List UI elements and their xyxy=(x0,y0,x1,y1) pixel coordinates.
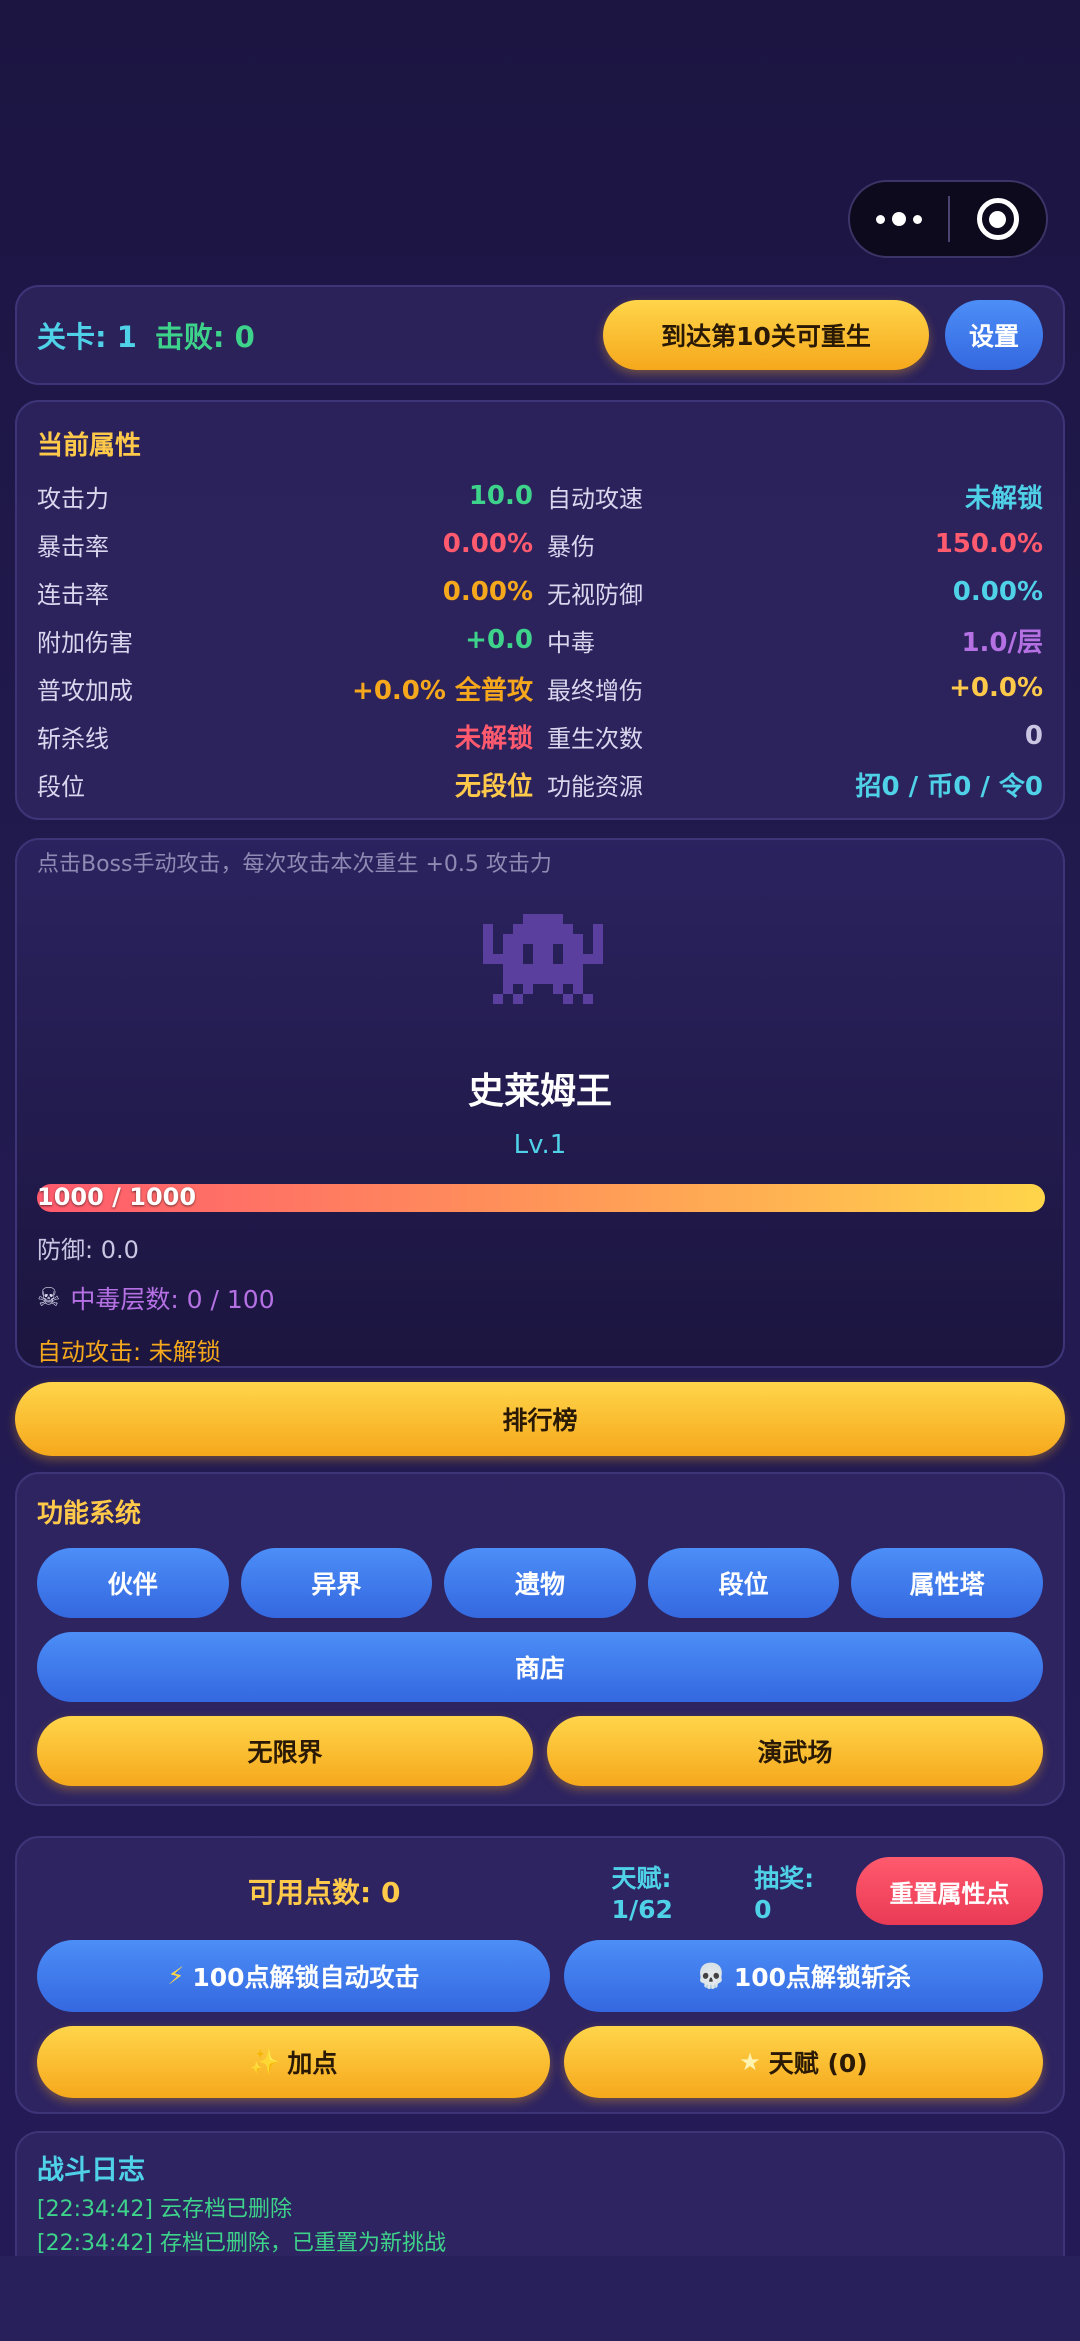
stat-value: 招0 / 币0 / 令0 xyxy=(855,771,1043,802)
stat-label: 斩杀线 xyxy=(37,724,109,753)
reset-points-button[interactable]: 重置属性点 xyxy=(856,1857,1043,1925)
unlock-auto-attack-label: 100点解锁自动攻击 xyxy=(192,1963,420,1992)
skull-crossbones-icon: ☠ xyxy=(37,1283,61,1313)
stat-row: 段位 无段位 xyxy=(37,760,533,808)
arena-button[interactable]: 演武场 xyxy=(547,1716,1043,1786)
rebirth-button[interactable]: 到达第10关可重生 xyxy=(603,300,929,370)
infinite-realm-button[interactable]: 无限界 xyxy=(37,1716,533,1786)
stat-value: 150.0% xyxy=(934,529,1043,559)
stat-label: 功能资源 xyxy=(547,772,643,801)
boss-hp-bar: 1000 / 1000 xyxy=(37,1183,1045,1212)
partner-button[interactable]: 伙伴 xyxy=(37,1548,229,1618)
stat-label: 附加伤害 xyxy=(37,628,133,657)
stat-row: 连击率 0.00% xyxy=(37,568,533,616)
stat-row: 暴伤 150.0% xyxy=(547,520,1043,568)
status-bar-panel: 关卡: 1 击败: 0 到达第10关可重生 设置 xyxy=(15,285,1065,385)
poison-stacks: ☠ 中毒层数: 0 / 100 xyxy=(37,1280,275,1316)
stat-row: 重生次数 0 xyxy=(547,712,1043,760)
stat-value: +0.0% xyxy=(949,673,1043,703)
settings-button[interactable]: 设置 xyxy=(945,300,1043,370)
skull-icon: 💀 xyxy=(695,1962,726,1990)
boss-defense: 防御: 0.0 xyxy=(37,1236,139,1264)
talent-button[interactable]: ★ 天赋 (0) xyxy=(563,2026,1043,2098)
slime-king-sprite[interactable] xyxy=(483,914,603,1028)
stat-row: 暴击率 0.00% xyxy=(37,520,533,568)
stat-label: 暴伤 xyxy=(547,532,595,561)
stat-value: 1.0/层 xyxy=(961,627,1043,658)
stat-row: 最终增伤 +0.0% xyxy=(547,664,1043,712)
talent-button-label: 天赋 (0) xyxy=(768,2049,868,2078)
level-label: 关卡: 1 xyxy=(37,320,137,354)
unlock-execute-button[interactable]: 💀 100点解锁斩杀 xyxy=(563,1940,1043,2012)
star-icon: ★ xyxy=(739,2048,761,2076)
attribute-tower-button[interactable]: 属性塔 xyxy=(851,1548,1043,1618)
boss-hp-text: 1000 / 1000 xyxy=(37,1183,197,1211)
stat-value: 0.00% xyxy=(952,577,1043,607)
otherworld-button[interactable]: 异界 xyxy=(240,1548,433,1618)
rank-tier-button[interactable]: 段位 xyxy=(647,1548,840,1618)
close-target-icon[interactable] xyxy=(950,198,1046,240)
stat-row: 中毒 1.0/层 xyxy=(547,616,1043,664)
attributes-title: 当前属性 xyxy=(37,431,142,461)
stat-row: 功能资源 招0 / 币0 / 令0 xyxy=(547,760,1043,808)
mini-program-capsule xyxy=(848,180,1048,258)
battle-log-title: 战斗日志 xyxy=(37,2155,145,2186)
auto-attack-status: 自动攻击: 未解锁 xyxy=(37,1338,221,1366)
boss-hint: 点击Boss手动攻击，每次攻击本次重生 +0.5 攻击力 xyxy=(37,852,552,877)
stat-label: 重生次数 xyxy=(547,724,643,753)
stat-value: 0 xyxy=(1024,721,1043,751)
stat-row: 普攻加成 +0.0% 全普攻 xyxy=(37,664,533,712)
leaderboard-button[interactable]: 排行榜 xyxy=(15,1382,1065,1456)
more-menu-icon[interactable] xyxy=(850,182,948,256)
talent-progress: 天赋: 1/62 xyxy=(611,1863,673,1924)
attributes-panel: 当前属性 攻击力 10.0 自动攻速 未解锁 暴击率 0.00% 暴伤 150.0% 连击率 0.… xyxy=(15,400,1065,820)
kills-label: 击败: 0 xyxy=(154,320,255,354)
stat-value: 无段位 xyxy=(454,771,533,802)
stat-label: 自动攻速 xyxy=(547,484,643,513)
stat-label: 无视防御 xyxy=(547,580,643,609)
stat-value: +0.0% 全普攻 xyxy=(352,675,533,706)
stat-value: 0.00% xyxy=(442,529,533,559)
stat-row: 自动攻速 未解锁 xyxy=(547,472,1043,520)
stat-label: 中毒 xyxy=(547,628,595,657)
add-points-button[interactable]: ✨ 加点 xyxy=(37,2026,550,2098)
stat-label: 暴击率 xyxy=(37,532,109,561)
stat-label: 攻击力 xyxy=(37,484,109,513)
boss-level: Lv.1 xyxy=(513,1130,567,1160)
lightning-icon: ⚡ xyxy=(167,1962,185,1990)
functions-panel: 功能系统 伙伴 异界 遗物 段位 属性塔 商店 无限界 演武场 xyxy=(15,1472,1065,1806)
relics-button[interactable]: 遗物 xyxy=(444,1548,636,1618)
boss-panel[interactable]: 点击Boss手动攻击，每次攻击本次重生 +0.5 攻击力 史莱姆王 Lv.1 1… xyxy=(15,838,1065,1368)
stat-row: 无视防御 0.00% xyxy=(547,568,1043,616)
functions-title: 功能系统 xyxy=(37,1499,142,1529)
points-panel: 可用点数: 0 天赋: 1/62 抽奖: 0 重置属性点 ⚡ 100点解锁自动攻… xyxy=(15,1836,1065,2114)
stat-row: 附加伤害 +0.0 xyxy=(37,616,533,664)
stat-label: 段位 xyxy=(37,772,85,801)
game-screen: 关卡: 1 击败: 0 到达第10关可重生 设置 当前属性 攻击力 10.0 自动攻… xyxy=(0,0,1080,2341)
add-points-label: 加点 xyxy=(287,2049,338,2078)
attributes-grid: 攻击力 10.0 自动攻速 未解锁 暴击率 0.00% 暴伤 150.0% 连击率 0.00% 无视… xyxy=(37,472,1043,808)
stat-label: 最终增伤 xyxy=(547,676,643,705)
stat-label: 普攻加成 xyxy=(37,676,133,705)
stat-value: 未解锁 xyxy=(454,723,533,754)
poison-stacks-text: 中毒层数: 0 / 100 xyxy=(70,1285,275,1314)
available-points: 可用点数: 0 xyxy=(248,1876,401,1909)
stat-row: 攻击力 10.0 xyxy=(37,472,533,520)
stat-value: +0.0 xyxy=(465,625,533,655)
unlock-auto-attack-button[interactable]: ⚡ 100点解锁自动攻击 xyxy=(37,1940,550,2012)
lottery-count: 抽奖: 0 xyxy=(754,1863,815,1924)
log-line: [22:34:42] 云存档已删除 xyxy=(37,2197,292,2222)
shop-button[interactable]: 商店 xyxy=(37,1632,1043,1702)
stat-value: 未解锁 xyxy=(964,483,1043,514)
stat-row: 斩杀线 未解锁 xyxy=(37,712,533,760)
stat-label: 连击率 xyxy=(37,580,109,609)
stat-value: 10.0 xyxy=(468,481,533,511)
boss-name: 史莱姆王 xyxy=(467,1071,612,1112)
bottom-area xyxy=(0,2256,1080,2341)
sparkle-icon: ✨ xyxy=(249,2048,280,2076)
unlock-execute-label: 100点解锁斩杀 xyxy=(733,1963,912,1992)
stat-value: 0.00% xyxy=(442,577,533,607)
